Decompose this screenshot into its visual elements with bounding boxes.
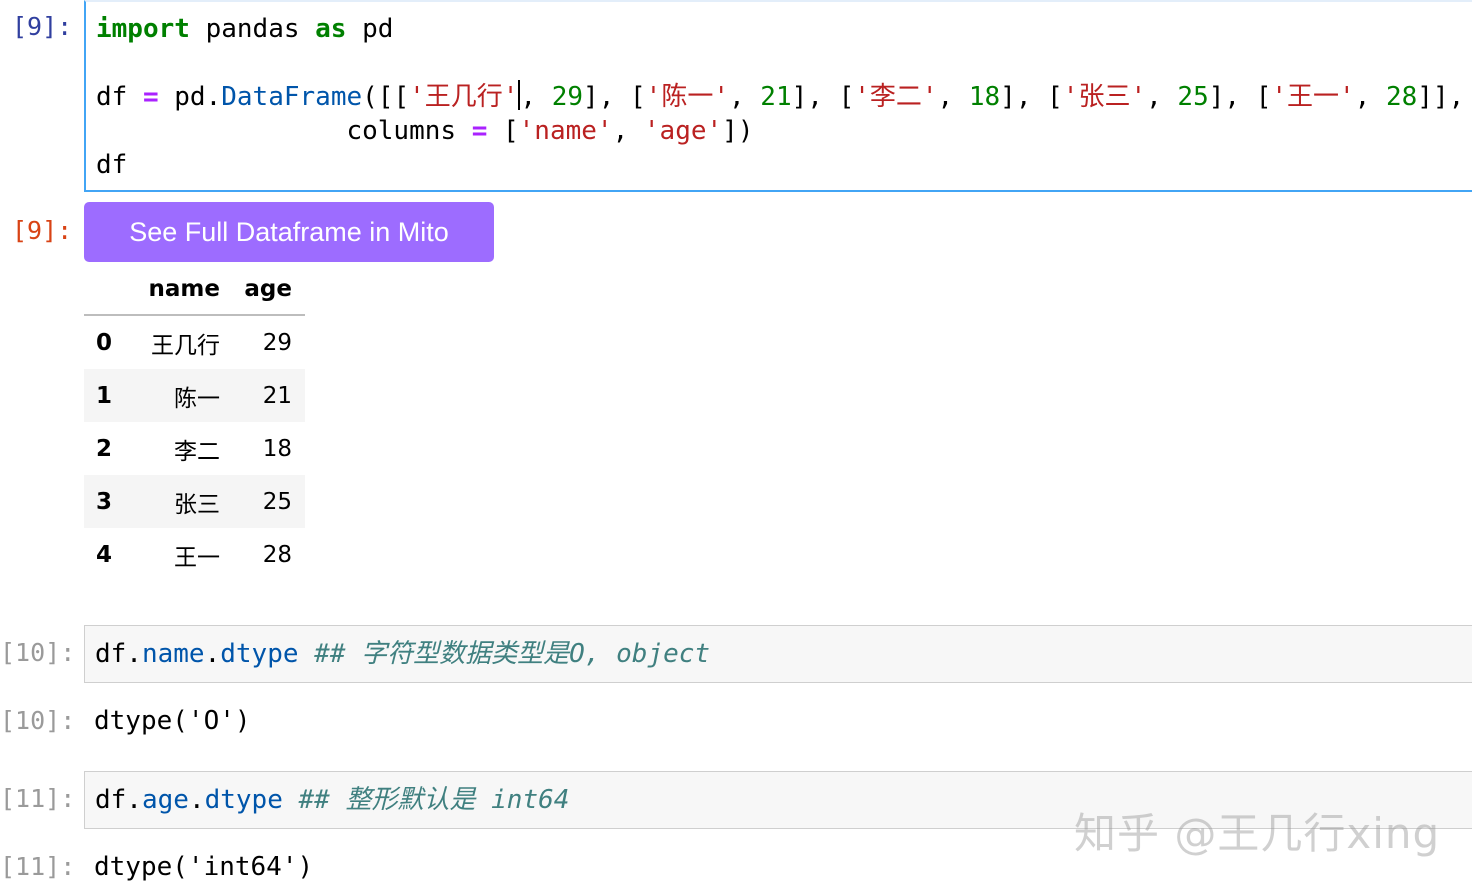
code-comment: ## 字符型数据类型是O, object — [298, 639, 711, 669]
row-index: 3 — [95, 488, 112, 515]
code-editor-9[interactable]: import pandas as pd df = pd.DataFrame([[… — [96, 12, 1464, 182]
dataframe-table: name age 0 王几行 29 1 陈一 21 2 李二 18 3 张三 2… — [84, 264, 305, 581]
code-line-5: df — [96, 150, 128, 180]
code-line-4: columns = ['name', 'age']) — [96, 116, 754, 146]
row-index: 1 — [95, 382, 112, 409]
column-header-name: name — [124, 264, 224, 316]
code-editor-11[interactable]: df.age.dtype ## 整形默认是 int64 — [95, 783, 569, 817]
cell-age: 25 — [262, 488, 292, 515]
input-prompt-9: [9]: — [12, 12, 73, 41]
see-full-dataframe-button[interactable]: See Full Dataframe in Mito — [84, 202, 494, 262]
table-header-row: name age — [84, 264, 305, 316]
table-row: 0 王几行 29 — [84, 315, 305, 369]
output-text-10: dtype('O') — [94, 706, 251, 736]
watermark: 知乎 @王几行xing — [1074, 809, 1441, 858]
column-header-age: age — [224, 264, 305, 316]
cell-age: 18 — [262, 435, 292, 462]
table-row: 3 张三 25 — [84, 475, 305, 528]
table-row: 1 陈一 21 — [84, 369, 305, 422]
code-line-3: df = pd.DataFrame([['王几行', 29], ['陈一', 2… — [96, 80, 1465, 112]
row-index: 4 — [95, 541, 112, 568]
cell-name: 陈一 — [174, 385, 220, 412]
table-row: 4 王一 28 — [84, 528, 305, 581]
code-editor-10[interactable]: df.name.dtype ## 字符型数据类型是O, object — [95, 637, 710, 671]
cell-name: 王一 — [174, 544, 220, 571]
output-prompt-10: [10]: — [0, 706, 76, 735]
code-comment: ## 整形默认是 int64 — [282, 785, 570, 815]
code-cell-10[interactable]: df.name.dtype ## 字符型数据类型是O, object — [84, 625, 1472, 683]
cell-age: 21 — [262, 382, 292, 409]
row-index: 2 — [95, 435, 112, 462]
input-prompt-11: [11]: — [0, 784, 76, 813]
row-index: 0 — [95, 329, 112, 356]
code-cell-9[interactable]: import pandas as pd df = pd.DataFrame([[… — [84, 0, 1472, 192]
cell-age: 29 — [262, 329, 292, 356]
input-prompt-10: [10]: — [0, 638, 76, 667]
code-line-1: import pandas as pd — [96, 14, 394, 44]
cell-name: 王几行 — [151, 332, 220, 359]
output-text-11: dtype('int64') — [94, 852, 314, 882]
index-header — [84, 264, 124, 316]
table-row: 2 李二 18 — [84, 422, 305, 475]
cell-name: 张三 — [174, 491, 220, 518]
output-prompt-9: [9]: — [12, 216, 73, 245]
cell-name: 李二 — [174, 438, 220, 465]
cell-age: 28 — [262, 541, 292, 568]
output-prompt-11: [11]: — [0, 852, 76, 881]
